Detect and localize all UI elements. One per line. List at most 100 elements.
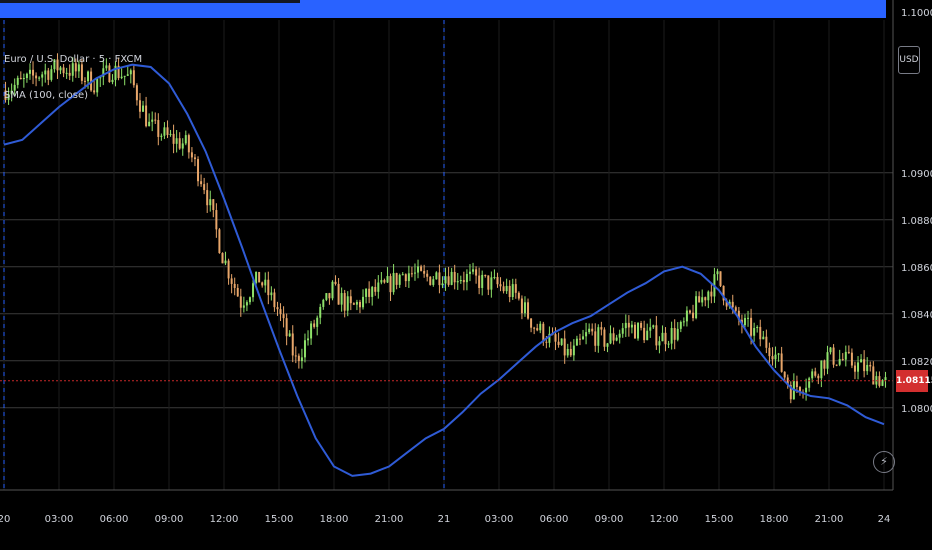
candle-body bbox=[383, 280, 386, 283]
candle-body bbox=[337, 283, 340, 305]
candle-body bbox=[447, 276, 450, 285]
candle-body bbox=[435, 272, 438, 280]
candle-body bbox=[41, 74, 44, 78]
candle-body bbox=[481, 274, 484, 288]
candle-body bbox=[554, 334, 557, 342]
candle-body bbox=[863, 359, 866, 372]
candle-body bbox=[841, 358, 844, 360]
time-tick-label: 06:00 bbox=[540, 514, 569, 525]
candle-body bbox=[120, 76, 123, 79]
candle-body bbox=[817, 375, 820, 379]
candle-body bbox=[682, 321, 685, 323]
candle-body bbox=[707, 291, 710, 301]
candle-body bbox=[459, 280, 462, 282]
candle-body bbox=[844, 351, 847, 360]
candle-body bbox=[438, 272, 441, 286]
candle-body bbox=[349, 296, 352, 304]
candle-body bbox=[530, 318, 533, 328]
candle-body bbox=[475, 269, 478, 276]
candle-body bbox=[59, 67, 62, 71]
candle-body bbox=[649, 327, 652, 331]
candle-body bbox=[206, 190, 209, 206]
candle-body bbox=[600, 327, 603, 330]
candle-body bbox=[413, 272, 416, 274]
candle-body bbox=[692, 312, 695, 319]
candle-body bbox=[664, 332, 667, 345]
candle-body bbox=[872, 366, 875, 385]
candle-body bbox=[35, 75, 38, 79]
price-tick-label: 1.09000 bbox=[901, 169, 932, 180]
candle-body bbox=[142, 105, 145, 112]
candle-body bbox=[65, 72, 68, 74]
legend-indicator: SMA (100, close) bbox=[4, 90, 88, 101]
candle-body bbox=[560, 338, 563, 345]
candle-body bbox=[808, 378, 811, 388]
candle-body bbox=[716, 271, 719, 275]
candle-body bbox=[334, 281, 337, 284]
candle-body bbox=[774, 354, 777, 360]
candle-body bbox=[221, 253, 224, 264]
candle-body bbox=[157, 120, 160, 137]
candle-body bbox=[731, 301, 734, 308]
candle-body bbox=[756, 326, 759, 329]
candle-body bbox=[407, 273, 410, 282]
candle-body bbox=[508, 285, 511, 298]
candle-body bbox=[420, 266, 423, 271]
candle-body bbox=[374, 286, 377, 292]
candle-body bbox=[743, 318, 746, 326]
candle-body bbox=[618, 333, 621, 338]
candle-body bbox=[505, 285, 508, 292]
candle-body bbox=[160, 135, 163, 137]
candle-body bbox=[38, 77, 41, 79]
legend-symbol: Euro / U.S. Dollar · 5 · FXCM bbox=[4, 54, 142, 65]
candle-body bbox=[734, 307, 737, 311]
candle-body bbox=[270, 292, 273, 296]
time-tick-label: 21:00 bbox=[815, 514, 844, 525]
candle-body bbox=[450, 271, 453, 285]
candle-body bbox=[218, 229, 221, 254]
candle-body bbox=[417, 266, 420, 273]
price-chart[interactable]: 1.09000 1.08800 1.08600 1.08400 1.08200 1.080… bbox=[0, 0, 932, 550]
candle-body bbox=[832, 347, 835, 365]
candle-body bbox=[255, 271, 258, 284]
candle-body bbox=[814, 371, 817, 376]
lightning-icon[interactable]: ⚡ bbox=[873, 451, 895, 473]
time-tick-label: 06:00 bbox=[100, 514, 129, 525]
candle-body bbox=[96, 78, 99, 93]
time-tick-label: 15:00 bbox=[705, 514, 734, 525]
candle-body bbox=[325, 293, 328, 300]
candle-body bbox=[230, 278, 233, 284]
candle-body bbox=[646, 330, 649, 341]
candle-body bbox=[316, 317, 319, 327]
price-axis: 1.09000 1.08800 1.08600 1.08400 1.08200 1.080… bbox=[0, 0, 932, 491]
candle-body bbox=[582, 336, 585, 340]
candle-body bbox=[557, 341, 560, 345]
candle-body bbox=[869, 364, 872, 367]
candle-body bbox=[545, 341, 548, 343]
candle-body bbox=[404, 274, 407, 282]
candle-body bbox=[572, 345, 575, 356]
candle-body bbox=[328, 293, 331, 299]
candle-body bbox=[236, 287, 239, 297]
currency-button[interactable]: USD bbox=[898, 46, 920, 74]
candle-body bbox=[633, 324, 636, 339]
candle-body bbox=[847, 351, 850, 353]
candle-body bbox=[129, 70, 132, 75]
candle-body bbox=[594, 331, 597, 346]
candle-body bbox=[16, 77, 19, 85]
candle-body bbox=[667, 343, 670, 345]
candle-body bbox=[640, 322, 643, 328]
candle-body bbox=[563, 338, 566, 356]
candle-body bbox=[805, 387, 808, 393]
candle-body bbox=[670, 328, 673, 344]
candle-body bbox=[444, 276, 447, 284]
candle-body bbox=[753, 328, 756, 336]
candle-body bbox=[105, 65, 108, 69]
candle-body bbox=[258, 271, 261, 283]
candle-body bbox=[209, 199, 212, 206]
time-axis: 20 03:00 06:00 09:00 12:00 15:00 18:00 21:00 21 0… bbox=[0, 514, 890, 525]
candle-body bbox=[539, 323, 542, 331]
candle-body bbox=[762, 336, 765, 340]
candle-body bbox=[138, 100, 141, 112]
time-tick-label: 12:00 bbox=[210, 514, 239, 525]
